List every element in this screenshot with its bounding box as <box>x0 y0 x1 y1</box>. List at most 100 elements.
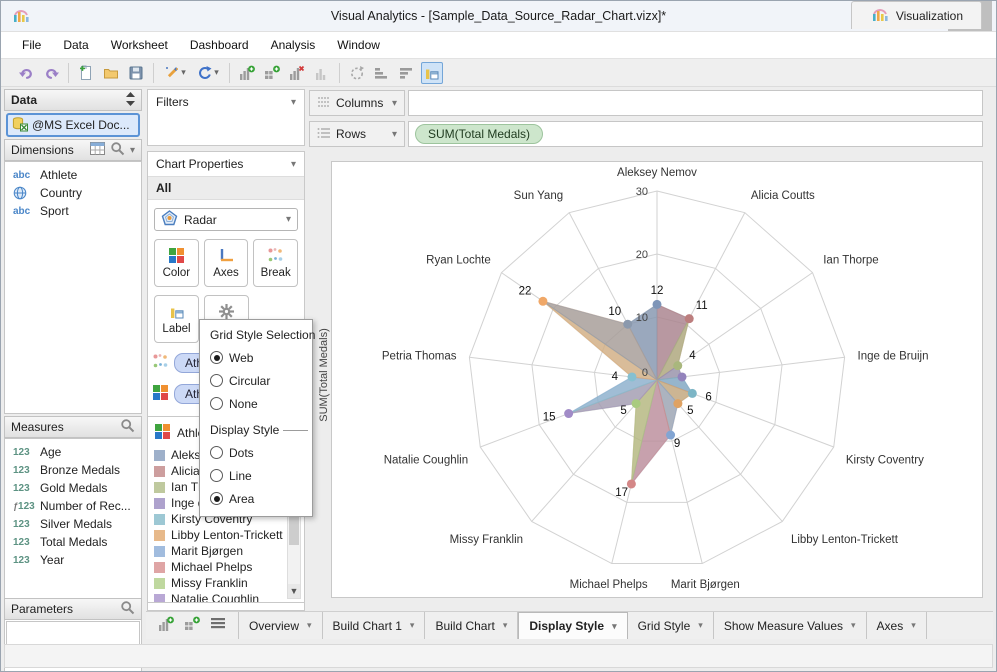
menu-analysis[interactable]: Analysis <box>262 34 325 56</box>
radial-tick-label: 10 <box>636 312 648 324</box>
label-button[interactable]: Label <box>154 295 199 343</box>
radio-circular[interactable]: Circular <box>210 369 312 392</box>
radar-point[interactable] <box>623 319 633 329</box>
sheet-tab-show-measure-values[interactable]: Show Measure Values ▾ <box>714 612 867 639</box>
sheet-tab-build-chart-1[interactable]: Build Chart 1 ▾ <box>323 612 426 639</box>
break-icon <box>152 353 169 373</box>
y-axis-label: SUM(Total Medals) <box>318 328 330 422</box>
color-button[interactable]: Color <box>154 239 199 287</box>
columns-shelf[interactable]: Columns ▾ <box>309 90 405 116</box>
tab-visualization[interactable]: Visualization <box>850 1 982 29</box>
add-dashboard-icon[interactable] <box>184 616 200 635</box>
chart-disabled-button[interactable] <box>311 62 333 84</box>
parameters-box[interactable] <box>6 621 140 645</box>
chart-type-dropdown[interactable]: Radar ▾ <box>154 208 298 231</box>
legend-item[interactable]: Missy Franklin <box>148 575 304 591</box>
radar-chart[interactable]: 0102030121146591751542210Aleksey NemovAl… <box>332 162 984 599</box>
menu-dashboard[interactable]: Dashboard <box>181 34 258 56</box>
menu-worksheet[interactable]: Worksheet <box>102 34 177 56</box>
dimensions-header: Dimensions ▾ <box>4 139 142 161</box>
redo-button[interactable] <box>40 62 62 84</box>
radar-point[interactable] <box>564 409 574 419</box>
sheet-tab-overview[interactable]: Overview ▾ <box>239 612 323 639</box>
radio-line[interactable]: Line <box>210 464 312 487</box>
legend-item[interactable]: Michael Phelps <box>148 559 304 575</box>
add-chart-button[interactable] <box>236 62 258 84</box>
measure-item[interactable]: 123 Total Medals <box>5 533 141 551</box>
show-chart-button[interactable] <box>421 61 443 84</box>
dimension-item[interactable]: abc Athlete <box>5 166 141 184</box>
dimension-item[interactable]: abc Sport <box>5 202 141 220</box>
rows-shelf-area[interactable]: SUM(Total Medals) <box>408 121 983 147</box>
legend-item[interactable]: Natalie Coughlin <box>148 591 304 602</box>
chevron-down-icon: ▾ <box>285 214 291 225</box>
measure-item[interactable]: 123 Bronze Medals <box>5 461 141 479</box>
search-icon[interactable] <box>110 141 125 159</box>
radar-point[interactable] <box>626 479 636 489</box>
axis-category-label: Natalie Coughlin <box>384 455 468 467</box>
refresh-button[interactable]: ▾ <box>193 62 223 84</box>
search-icon[interactable] <box>120 600 135 618</box>
radar-point[interactable] <box>687 388 697 398</box>
axis-category-label: Aleksey Nemov <box>617 167 697 179</box>
columns-shelf-area[interactable] <box>408 90 983 116</box>
radio-area[interactable]: Area <box>210 487 312 510</box>
circular-selection-button[interactable] <box>346 62 368 84</box>
legend-item[interactable]: Marit Bjørgen <box>148 543 304 559</box>
measure-item[interactable]: ƒ123 Number of Rec... <box>5 497 141 515</box>
sheet-tab-display-style[interactable]: Display Style ▾ <box>518 612 628 639</box>
rows-shelf[interactable]: Rows ▾ <box>309 121 405 147</box>
radar-point[interactable] <box>684 314 694 324</box>
measure-item[interactable]: 123 Age <box>5 443 141 461</box>
menu-data[interactable]: Data <box>54 34 97 56</box>
menu-window[interactable]: Window <box>328 34 389 56</box>
radar-chart-panel[interactable]: 0 10 20 30 12 11 4 6 5 9 17 5 15 4 22 10 Aleksey Nemov Al… <box>331 161 983 598</box>
table-icon[interactable] <box>89 142 105 158</box>
sheet-tab-axes[interactable]: Axes ▾ <box>867 612 927 639</box>
open-button[interactable] <box>100 62 122 84</box>
legend-item[interactable]: Libby Lenton-Trickett <box>148 527 304 543</box>
data-value-label: 6 <box>705 391 711 403</box>
search-icon[interactable] <box>120 418 135 436</box>
app-window: Visual Analytics - [Sample_Data_Source_R… <box>0 0 997 672</box>
axes-button[interactable]: Axes <box>203 239 249 287</box>
rows-pill[interactable]: SUM(Total Medals) <box>415 124 544 144</box>
radar-point[interactable] <box>673 361 683 371</box>
radio-web[interactable]: Web <box>210 346 312 369</box>
collapse-icon[interactable]: ▾ <box>291 159 296 170</box>
sort-updown-icon[interactable] <box>126 91 135 109</box>
collapse-icon[interactable]: ▾ <box>291 97 296 108</box>
radio-dots[interactable]: Dots <box>210 441 312 464</box>
add-crosstab-button[interactable] <box>261 62 283 84</box>
chevron-down-icon[interactable]: ▾ <box>130 145 135 156</box>
delete-chart-button[interactable] <box>286 62 308 84</box>
excel-doc-icon <box>12 116 28 135</box>
dimension-item[interactable]: Country <box>5 184 141 202</box>
radar-point[interactable] <box>538 296 548 306</box>
radio-none[interactable]: None <box>210 392 312 415</box>
add-worksheet-icon[interactable] <box>158 616 174 635</box>
new-workbook-button[interactable] <box>75 62 97 84</box>
radar-point[interactable] <box>673 399 683 409</box>
undo-button[interactable] <box>15 62 37 84</box>
scroll-down-icon[interactable]: ▼ <box>288 584 300 598</box>
numeric-icon: 123 <box>13 554 30 566</box>
break-button[interactable]: Break <box>253 239 299 287</box>
save-button[interactable] <box>125 62 147 84</box>
format-wand-button[interactable]: ▾ <box>160 62 190 84</box>
sheet-tab-grid-style[interactable]: Grid Style ▾ <box>628 612 714 639</box>
sort-descending-button[interactable] <box>396 62 418 84</box>
radar-point[interactable] <box>652 299 662 309</box>
sort-ascending-button[interactable] <box>371 62 393 84</box>
data-source-item[interactable]: @MS Excel Doc... <box>6 113 140 137</box>
sheet-tab-build-chart[interactable]: Build Chart ▾ <box>425 612 519 639</box>
radar-point[interactable] <box>631 399 641 409</box>
radar-point[interactable] <box>677 372 687 382</box>
measure-item[interactable]: 123 Year <box>5 551 141 569</box>
radial-tick-label: 0 <box>642 367 648 379</box>
menu-file[interactable]: File <box>13 34 50 56</box>
radar-point[interactable] <box>627 372 637 382</box>
worksheet-list-icon[interactable] <box>210 617 226 634</box>
measure-item[interactable]: 123 Silver Medals <box>5 515 141 533</box>
measure-item[interactable]: 123 Gold Medals <box>5 479 141 497</box>
